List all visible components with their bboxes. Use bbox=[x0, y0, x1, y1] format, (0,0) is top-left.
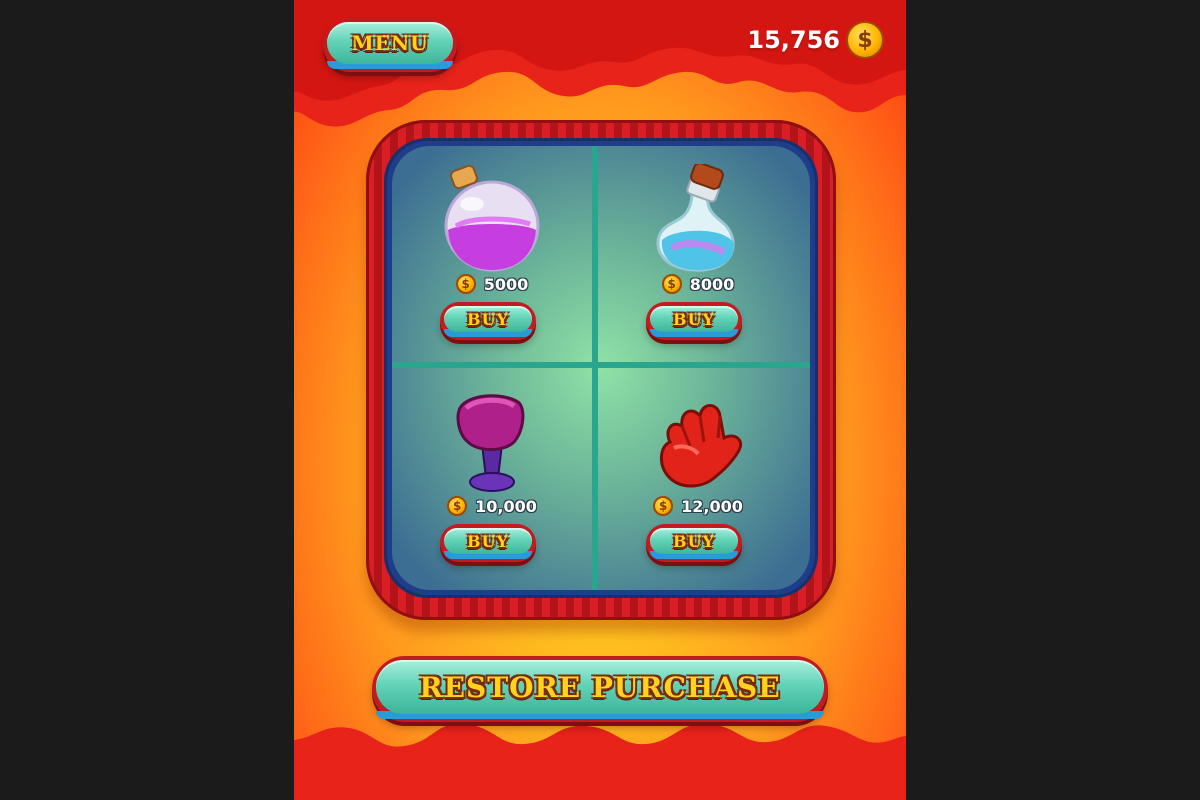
coin-icon: $ bbox=[661, 274, 682, 294]
coin-icon: $ bbox=[846, 21, 884, 59]
buy-button-label: BUY bbox=[673, 309, 715, 329]
buy-button[interactable]: BUY bbox=[646, 302, 742, 340]
blue-potion-flask-icon bbox=[656, 164, 735, 272]
shop-frame-inner: $ 5000 BUY $ 8000 BUY $ 10,000 BUY $ 12,… bbox=[384, 138, 818, 598]
shop-item-blue-potion: $ 8000 BUY bbox=[598, 146, 798, 362]
restore-purchase-button[interactable]: RESTORE PURCHASE bbox=[372, 656, 828, 722]
buy-button-face: BUY bbox=[444, 306, 532, 332]
coin-icon: $ bbox=[653, 496, 674, 516]
shop-item-glove: $ 12,000 BUY bbox=[598, 368, 798, 584]
buy-button-label: BUY bbox=[467, 531, 509, 551]
shop-frame: $ 5000 BUY $ 8000 BUY $ 10,000 BUY $ 12,… bbox=[366, 120, 836, 620]
shop-item-pink-potion: $ 5000 BUY bbox=[392, 146, 592, 362]
coin-balance-value: 15,756 bbox=[747, 26, 840, 54]
buy-button-label: BUY bbox=[673, 531, 715, 551]
buy-button[interactable]: BUY bbox=[440, 302, 536, 340]
buy-button[interactable]: BUY bbox=[440, 524, 536, 562]
price-row: $ 5000 bbox=[392, 274, 592, 294]
purple-hammer-icon bbox=[456, 394, 525, 492]
restore-purchase-label: RESTORE PURCHASE bbox=[419, 670, 781, 704]
buy-button-label: BUY bbox=[467, 309, 509, 329]
price-row: $ 8000 bbox=[598, 274, 798, 294]
buy-button-face: BUY bbox=[650, 306, 738, 332]
menu-button-label: MENU bbox=[351, 31, 429, 55]
item-price: 8000 bbox=[689, 274, 735, 294]
buy-button[interactable]: BUY bbox=[646, 524, 742, 562]
menu-button-face: MENU bbox=[327, 22, 453, 64]
bottom-clouds-decoration bbox=[294, 723, 906, 800]
menu-button[interactable]: MENU bbox=[323, 18, 457, 72]
item-price: 10,000 bbox=[475, 496, 537, 516]
shop-screen: MENU 15,756 $ $ 5000 BUY $ 8000 BUY $ 10… bbox=[294, 0, 906, 800]
buy-button-face: BUY bbox=[650, 528, 738, 554]
price-row: $ 12,000 bbox=[598, 496, 798, 516]
coin-icon: $ bbox=[455, 274, 476, 294]
coin-balance: 15,756 $ bbox=[747, 20, 884, 60]
item-price: 5000 bbox=[483, 274, 529, 294]
price-row: $ 10,000 bbox=[392, 496, 592, 516]
buy-button-face: BUY bbox=[444, 528, 532, 554]
red-glove-hand-icon bbox=[660, 404, 743, 488]
shop-item-hammer: $ 10,000 BUY bbox=[392, 368, 592, 584]
pink-potion-round-icon bbox=[444, 164, 540, 272]
shop-grid: $ 5000 BUY $ 8000 BUY $ 10,000 BUY $ 12,… bbox=[392, 146, 810, 590]
item-price: 12,000 bbox=[681, 496, 743, 516]
coin-icon: $ bbox=[447, 496, 468, 516]
restore-button-face: RESTORE PURCHASE bbox=[376, 660, 824, 714]
